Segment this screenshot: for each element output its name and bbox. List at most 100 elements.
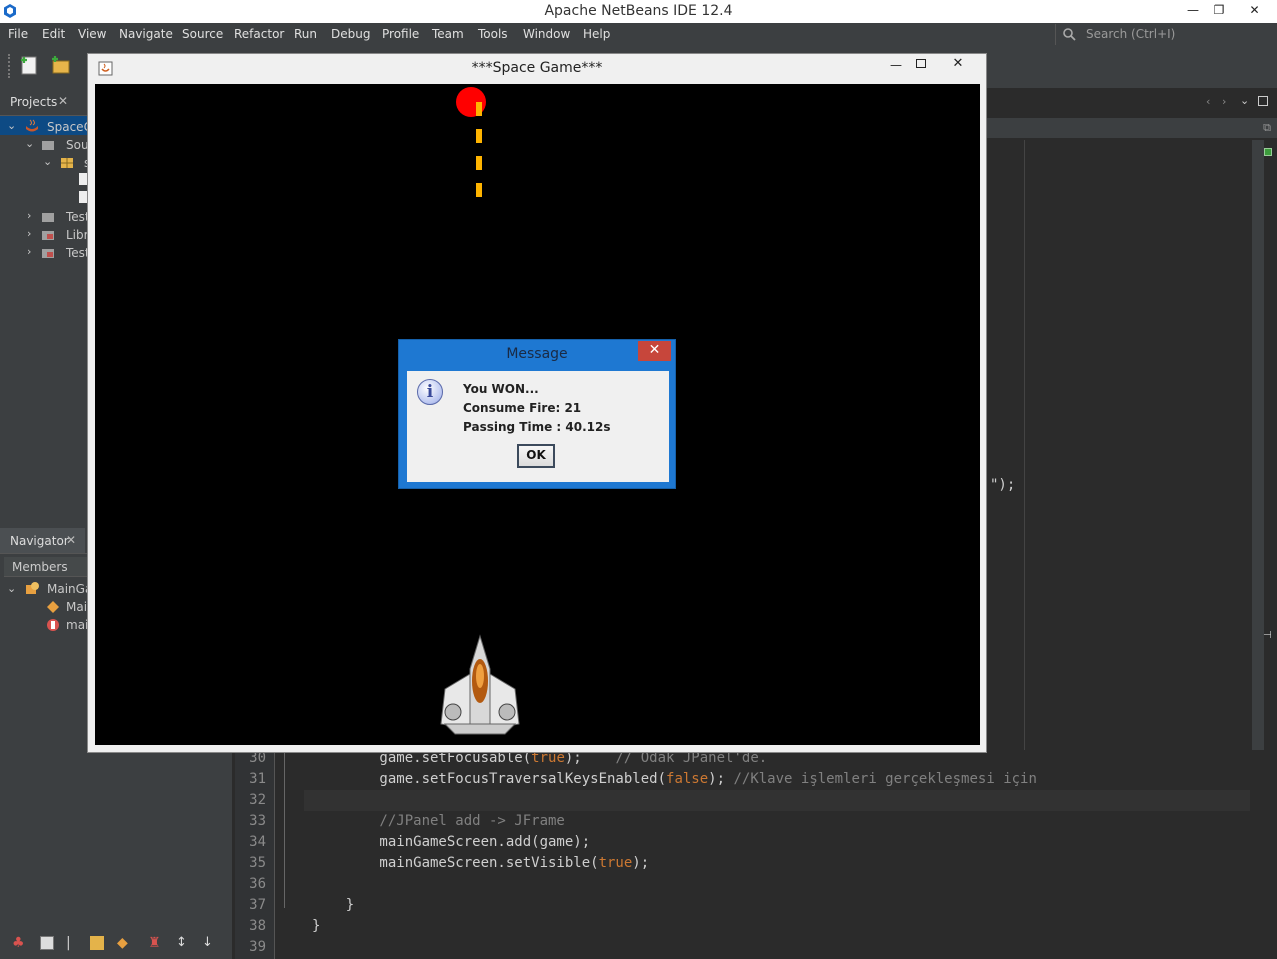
menu-edit[interactable]: Edit (42, 27, 65, 41)
current-line-highlight (304, 790, 1250, 811)
code-line: } (312, 897, 354, 913)
code-line: } (312, 918, 320, 934)
close-navigator-tab-icon[interactable]: ✕ (66, 533, 76, 547)
chevron-down-icon[interactable]: ⌄ (7, 582, 16, 595)
menu-view[interactable]: View (78, 27, 106, 41)
ok-button[interactable]: OK (517, 444, 555, 468)
show-inner-classes-icon[interactable]: ◆ (117, 935, 128, 951)
bullet (476, 156, 482, 170)
menu-run[interactable]: Run (294, 27, 317, 41)
menu-tools[interactable]: Tools (478, 27, 508, 41)
dialog-title: Message (506, 346, 568, 362)
ide-titlebar: Apache NetBeans IDE 12.4 — ❐ ✕ (0, 0, 1277, 23)
game-title: ***Space Game*** (471, 60, 603, 76)
caret-marker-icon: ⊣ (1263, 630, 1272, 641)
line-number: 33 (249, 813, 266, 829)
class-icon (26, 582, 39, 594)
code-token: } (312, 897, 355, 913)
folder-icon (42, 213, 54, 222)
sort-by-name-icon[interactable]: ↕ (176, 935, 187, 950)
search-input[interactable]: Search (Ctrl+I) (1055, 24, 1277, 45)
search-placeholder: Search (Ctrl+I) (1086, 27, 1176, 41)
tab-projects[interactable]: Projects (10, 95, 57, 109)
code-token: true (598, 855, 633, 871)
menu-file[interactable]: File (8, 27, 28, 41)
new-project-icon[interactable] (50, 54, 72, 76)
message-dialog: Message ✕ i You WON... Consume Fire: 21 … (398, 339, 676, 489)
tab-list-icon[interactable]: ⌄ (1240, 94, 1249, 107)
game-minimize-button[interactable]: — (890, 58, 902, 72)
dialog-close-button[interactable]: ✕ (638, 341, 671, 361)
scroll-tabs-right-icon[interactable]: › (1222, 95, 1226, 108)
bullet (476, 183, 482, 197)
line-number: 39 (249, 939, 266, 955)
ide-title: Apache NetBeans IDE 12.4 (544, 3, 733, 19)
scroll-tabs-left-icon[interactable]: ‹ (1206, 95, 1210, 108)
menu-refactor[interactable]: Refactor (234, 27, 284, 41)
code-token: false (666, 771, 709, 787)
chevron-down-icon[interactable]: ⌄ (43, 155, 52, 168)
dialog-message-line: You WON... (463, 382, 539, 396)
library-icon (42, 231, 54, 240)
code-line: mainGameScreen.add(game); (312, 834, 590, 850)
close-projects-tab-icon[interactable]: ✕ (58, 94, 68, 108)
new-file-icon[interactable] (18, 54, 40, 76)
minimize-button[interactable]: — (1180, 0, 1206, 22)
line-number: 34 (249, 834, 266, 850)
menu-navigate[interactable]: Navigate (119, 27, 173, 41)
code-token: mainGameScreen.setVisible( (312, 855, 599, 871)
folder-icon (42, 141, 54, 150)
nav-item-main-method[interactable]: mai (66, 618, 88, 632)
chevron-down-icon[interactable]: ⌄ (25, 137, 34, 150)
tree-item-libraries[interactable]: Libr (66, 228, 89, 242)
nav-item-class[interactable]: MainGa (47, 582, 92, 596)
bullet (476, 129, 482, 143)
line-number: 35 (249, 855, 266, 871)
sort-by-source-icon[interactable]: ♜ (148, 935, 161, 951)
show-inherited-icon[interactable]: ♣ (12, 935, 25, 951)
tree-item-source[interactable]: Sou (66, 138, 89, 152)
chevron-right-icon[interactable]: › (27, 209, 31, 222)
menu-profile[interactable]: Profile (382, 27, 419, 41)
player-spaceship (440, 634, 520, 735)
chevron-right-icon[interactable]: › (27, 227, 31, 240)
tab-navigator[interactable]: Navigator (10, 534, 69, 548)
code-token: ); (708, 771, 734, 787)
sort-order-icon[interactable]: ↓ (202, 935, 213, 950)
code-token: //Klave işlemleri gerçekleşmesi için (733, 771, 1037, 787)
menu-help[interactable]: Help (583, 27, 610, 41)
members-label[interactable]: Members (12, 560, 68, 574)
line-number-gutter: 30 31 32 33 34 35 36 37 38 39 (235, 747, 275, 959)
chevron-down-icon[interactable]: ⌄ (7, 119, 16, 132)
code-token: mainGameScreen.add(game); (312, 834, 591, 850)
fold-line (284, 752, 285, 908)
right-margin-line (1024, 140, 1025, 750)
editor-scrollbar[interactable] (1252, 140, 1264, 750)
menu-team[interactable]: Team (432, 27, 464, 41)
menu-window[interactable]: Window (523, 27, 570, 41)
line-number: 38 (249, 918, 266, 934)
projects-panel: Projects ✕ ⌄ SpaceG ⌄ Sou ⌄ s › Test › L… (0, 88, 93, 528)
library-icon (42, 249, 54, 258)
game-maximize-button[interactable] (916, 59, 926, 68)
menu-debug[interactable]: Debug (331, 27, 370, 41)
information-icon: i (417, 379, 443, 405)
code-token: ); (632, 855, 650, 871)
code-token: } (312, 918, 321, 934)
show-fields-icon[interactable] (40, 936, 54, 950)
tree-item-project[interactable]: SpaceG (47, 120, 93, 134)
close-button[interactable]: ✕ (1232, 0, 1277, 22)
maximize-button[interactable]: ❐ (1206, 0, 1232, 22)
line-number: 31 (249, 771, 266, 787)
nav-item-constructor[interactable]: Mai (66, 600, 87, 614)
menu-source[interactable]: Source (182, 27, 223, 41)
chevron-right-icon[interactable]: › (27, 245, 31, 258)
package-icon (61, 158, 73, 168)
maximize-editor-icon[interactable] (1258, 96, 1268, 106)
show-static-icon[interactable]: | (66, 935, 71, 951)
game-close-button[interactable]: ✕ (935, 54, 981, 74)
show-non-public-icon[interactable] (90, 936, 104, 950)
code-line: //JPanel add -> JFrame (312, 813, 564, 829)
restore-window-icon[interactable]: ⧉ (1263, 121, 1271, 135)
dialog-body: i You WON... Consume Fire: 21 Passing Ti… (407, 371, 669, 482)
